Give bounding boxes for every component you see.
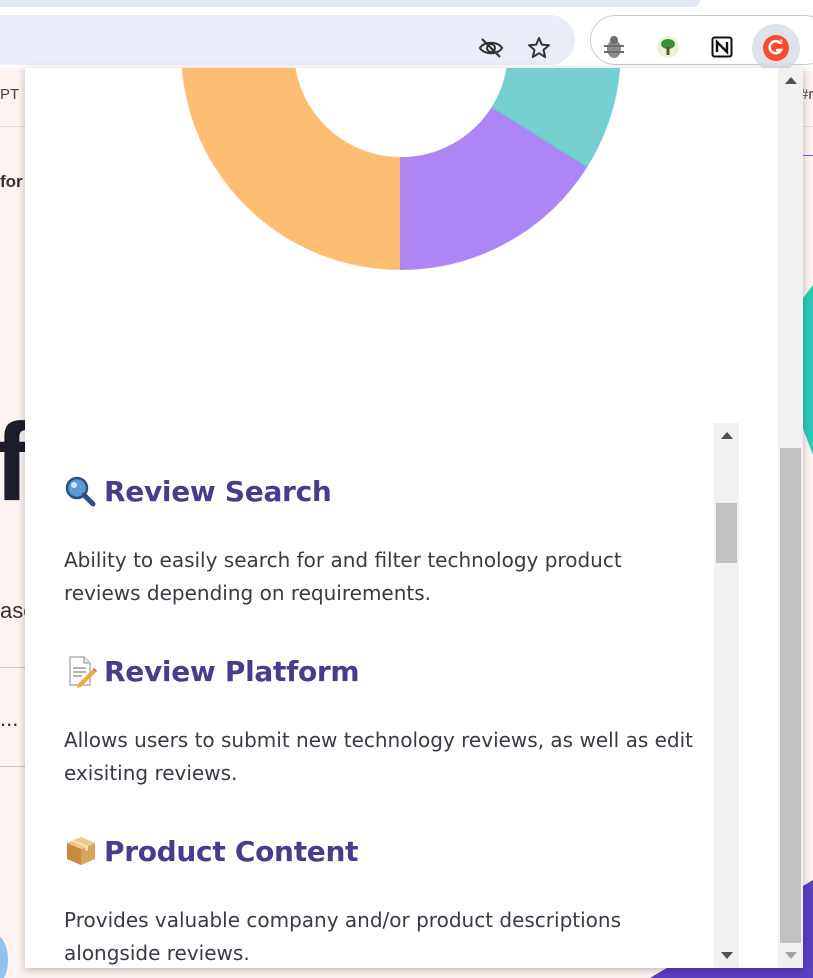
features-list: Review Search Ability to easily search f… (25, 423, 740, 968)
bookmark-fragment[interactable]: PT (0, 86, 19, 103)
g2-extension-icon[interactable]: 2 (752, 24, 800, 72)
popup-scrollbar[interactable] (778, 68, 803, 968)
scrollbar-thumb[interactable] (716, 503, 737, 563)
tree-extension-icon[interactable] (653, 32, 683, 62)
address-bar[interactable] (0, 15, 575, 65)
notion-extension-icon[interactable] (707, 32, 737, 62)
feature-title: Product Content (104, 834, 359, 868)
feature-description: Ability to easily search for and filter … (64, 548, 622, 605)
scroll-up-arrow-icon[interactable] (785, 77, 797, 84)
feature-title: Review Search (104, 474, 332, 508)
feature-review-search: Review Search Ability to easily search f… (64, 471, 704, 610)
donut-slice (181, 68, 402, 271)
tab-strip (0, 0, 700, 7)
package-icon (64, 834, 104, 868)
bug-extension-icon[interactable] (599, 32, 629, 62)
scroll-up-arrow-icon[interactable] (721, 432, 733, 439)
page-heading-fragment: for (0, 172, 23, 191)
feature-description: Provides valuable company and/or product… (64, 908, 622, 965)
feature-product-content: Product Content Provides valuable compan… (64, 831, 704, 968)
scroll-down-arrow-icon[interactable] (785, 952, 797, 959)
g2-extension-popup: Review Search Ability to easily search f… (25, 68, 803, 968)
svg-text:2: 2 (779, 39, 783, 46)
extensions-area: 2 (590, 15, 813, 72)
category-donut-chart (181, 68, 621, 271)
feature-review-platform: Review Platform Allows users to submit n… (64, 651, 704, 790)
scroll-down-arrow-icon[interactable] (721, 952, 733, 959)
ellipsis-text: ... (0, 706, 19, 731)
feature-description: Allows users to submit new technology re… (64, 728, 694, 785)
magnifying-glass-icon (64, 474, 104, 508)
features-scrollbar[interactable] (714, 423, 739, 968)
memo-pencil-icon (64, 654, 104, 688)
feature-title: Review Platform (104, 654, 360, 688)
scrollbar-thumb[interactable] (780, 448, 801, 943)
browser-toolbar: 2 (0, 7, 813, 72)
eye-slash-icon[interactable] (478, 35, 504, 61)
bookmark-star-icon[interactable] (526, 35, 552, 61)
